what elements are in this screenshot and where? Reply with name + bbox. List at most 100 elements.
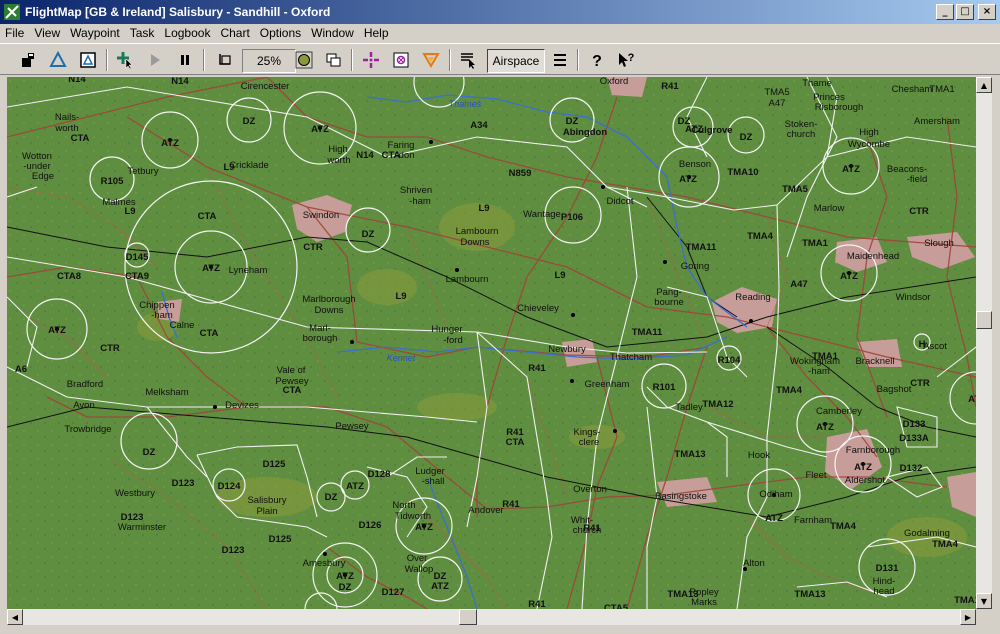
place-label: Nails- <box>55 112 79 123</box>
place-label: -ham <box>808 366 830 377</box>
airspace-zone-label: ATZ <box>346 481 364 492</box>
place-label: Godalming <box>904 528 950 539</box>
map-view[interactable]: DZ ATZ DZ Abingdon DZ ATZ Culgrove DZ ATZ CTA N14 C… <box>7 77 976 609</box>
airspace-zone-label: CTA9 <box>125 271 149 282</box>
vertical-scroll-thumb[interactable] <box>976 311 992 329</box>
task-frame-button[interactable] <box>76 48 100 72</box>
maximize-button[interactable]: □ <box>956 4 974 20</box>
add-waypoint-button[interactable] <box>113 48 137 72</box>
airspace-zone-label: TMA13 <box>674 449 705 460</box>
whats-this-icon: ? <box>619 52 635 67</box>
title-bar: FlightMap [GB & Ireland] Salisbury - San… <box>0 0 1000 24</box>
place-label: Hunger <box>431 324 462 335</box>
gps-button[interactable] <box>16 48 40 72</box>
place-label: -shall <box>422 476 445 487</box>
place-label: Windsor <box>896 292 931 303</box>
arrow-down-icon: ▼ <box>980 596 988 606</box>
menu-waypoint[interactable]: Waypoint <box>65 26 125 40</box>
airspace-zone-label: D133A <box>899 433 929 444</box>
zoom-level-field[interactable]: 25% <box>242 49 296 73</box>
menu-logbook[interactable]: Logbook <box>159 26 215 40</box>
place-label: Bradford <box>67 379 103 390</box>
place-label: Pewsey <box>275 376 309 387</box>
copy-button[interactable] <box>212 48 236 72</box>
place-label: Plain <box>256 506 277 517</box>
airspace-zone-label: ATZ <box>765 513 783 524</box>
airspace-zone-label: DZ <box>325 492 338 503</box>
place-label: Amersham <box>914 116 960 127</box>
place-label: North <box>392 500 415 511</box>
airspace-zone-label: ATZ <box>968 394 976 405</box>
pause-button[interactable] <box>173 48 197 72</box>
place-label: Devizes <box>225 400 259 411</box>
menu-view[interactable]: View <box>29 26 65 40</box>
airfield-button[interactable] <box>389 48 413 72</box>
toolbar: 25% Airspace ? ? <box>0 43 1000 75</box>
place-label: head <box>873 586 894 597</box>
crosshair-button[interactable] <box>359 48 383 72</box>
menu-file[interactable]: File <box>0 26 29 40</box>
place-label: Farnborough <box>846 445 900 456</box>
close-button[interactable]: × <box>978 4 996 20</box>
menu-window[interactable]: Window <box>306 26 359 40</box>
airspace-zone-label: ATZ <box>202 263 220 274</box>
airspace-zone-label: ATZ <box>679 174 697 185</box>
place-label: Tadley <box>675 402 703 413</box>
play-button[interactable] <box>143 48 167 72</box>
scroll-left-button[interactable]: ◀ <box>7 609 23 625</box>
menu-help[interactable]: Help <box>359 26 394 40</box>
airspace-zone-label: ATZ <box>431 581 449 592</box>
menu-chart[interactable]: Chart <box>215 26 254 40</box>
airspace-zone-label: Abingdon <box>563 127 608 138</box>
zoom-fit-icon <box>295 51 313 69</box>
place-label: Farnham <box>794 515 832 526</box>
place-label: -don <box>395 150 414 161</box>
place-label: Goring <box>681 261 710 272</box>
scroll-down-button[interactable]: ▼ <box>976 593 992 609</box>
airspace-zone-label: D126 <box>359 520 382 531</box>
place-label: Slough <box>924 238 954 249</box>
whats-this-button[interactable]: ? <box>614 48 638 72</box>
windows-button[interactable] <box>321 48 345 72</box>
task-triangle-button[interactable] <box>46 48 70 72</box>
airspace-zone-label: TMA12 <box>702 399 733 410</box>
arrow-up-icon: ▲ <box>980 80 988 90</box>
zoom-fit-button[interactable] <box>292 48 316 72</box>
place-label: Over <box>407 553 428 564</box>
airspace-zone-label: D124 <box>218 481 241 492</box>
play-icon <box>151 54 160 66</box>
scroll-up-button[interactable]: ▲ <box>976 77 992 93</box>
map-canvas[interactable]: DZATZDZAbingdonDZATZCulgroveDZATZCTAN14 C… <box>7 77 976 609</box>
airspace-zone-label: CTA <box>198 211 217 222</box>
list-cursor-icon <box>461 53 475 69</box>
help-button[interactable]: ? <box>585 48 609 72</box>
vertical-scrollbar[interactable]: ▲ ▼ <box>976 77 992 609</box>
scroll-right-button[interactable]: ▶ <box>960 609 976 625</box>
status-bar <box>0 626 1000 634</box>
place-label: borough <box>303 333 338 344</box>
place-label: -ford <box>443 335 463 346</box>
menu-options[interactable]: Options <box>255 26 306 40</box>
airspace-zone-label: R41 <box>502 499 520 510</box>
menu-task[interactable]: Task <box>125 26 160 40</box>
airspace-zone-label: DZ <box>566 116 579 127</box>
place-label: Downs <box>314 305 343 316</box>
minimize-button[interactable]: _ <box>936 4 954 20</box>
menu-bar: File View Waypoint Task Logbook Chart Op… <box>0 24 1000 42</box>
list-select-button[interactable] <box>456 48 480 72</box>
place-label: A47 <box>769 98 786 109</box>
place-label: Wantage <box>523 209 561 220</box>
airspace-zone-label: TMA4 <box>747 231 774 242</box>
place-label: Lyneham <box>229 265 268 276</box>
menu-list-button[interactable] <box>548 48 572 72</box>
place-label: Oxford <box>600 77 629 87</box>
airspace-zone-label: N14 <box>356 150 374 161</box>
river-label: Thames <box>449 99 482 109</box>
place-label: Cricklade <box>229 160 269 171</box>
horizontal-scroll-thumb[interactable] <box>459 609 477 625</box>
airspace-zone-label: ATZ <box>311 124 329 135</box>
airspace-toggle-button[interactable]: Airspace <box>487 49 545 73</box>
horizontal-scrollbar[interactable]: ◀ ▶ <box>7 609 976 625</box>
place-label: Cirencester <box>241 81 290 92</box>
warning-button[interactable] <box>419 48 443 72</box>
